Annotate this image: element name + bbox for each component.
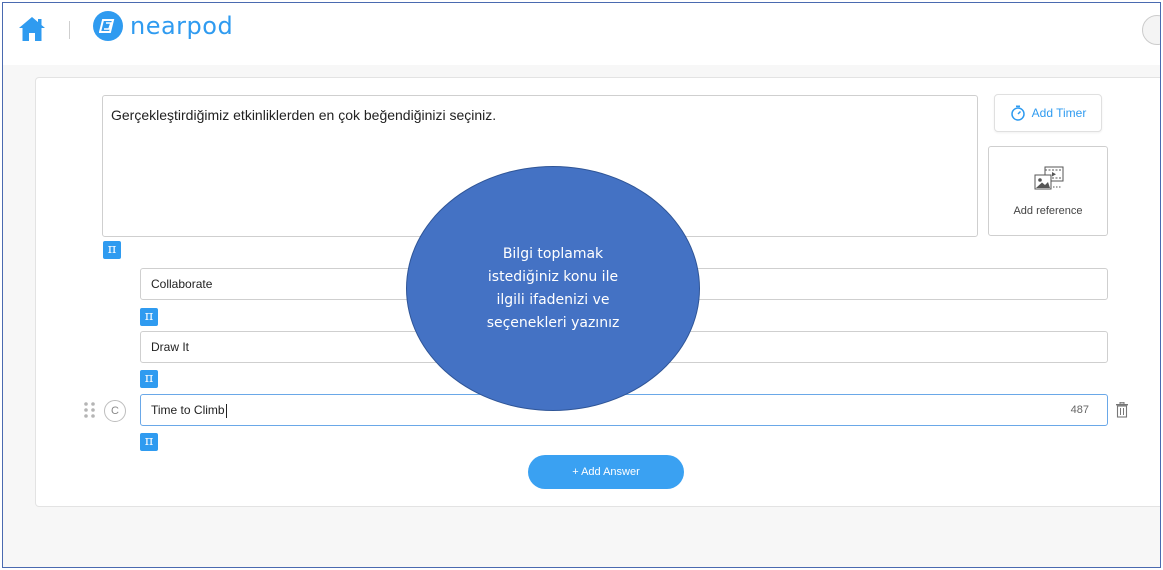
home-icon[interactable]	[17, 15, 47, 43]
top-bar: nearpod	[3, 3, 1160, 66]
add-answer-button[interactable]: + Add Answer	[528, 455, 684, 489]
answer-text: Draw It	[151, 340, 190, 354]
trash-icon[interactable]	[1115, 401, 1129, 418]
nearpod-logo[interactable]: nearpod	[93, 11, 233, 41]
math-equation-button[interactable]: π	[140, 433, 158, 451]
math-equation-button[interactable]: π	[140, 308, 158, 326]
math-equation-button[interactable]: π	[103, 241, 121, 259]
header-divider	[69, 21, 70, 39]
instruction-callout: Bilgi toplamak istediğiniz konu ile ilgi…	[406, 166, 700, 411]
media-icon	[1034, 166, 1064, 190]
callout-line: seçenekleri yazınız	[486, 314, 620, 331]
answer-input-active[interactable]: Time to Climb 487	[140, 394, 1108, 426]
logo-text: nearpod	[130, 12, 234, 40]
callout-line: Bilgi toplamak	[502, 245, 604, 262]
add-timer-label: Add Timer	[1031, 106, 1087, 120]
callout-line: ilgili ifadenizi ve	[496, 291, 610, 308]
stopwatch-icon	[1010, 105, 1025, 121]
nearpod-logo-icon	[93, 11, 123, 41]
character-count: 487	[1070, 404, 1089, 416]
add-reference-button[interactable]: Add reference	[988, 146, 1108, 236]
answer-text: Time to Climb	[151, 403, 225, 417]
app-window: nearpod Gerçekleştirdiğimiz etkinliklerd…	[2, 2, 1161, 568]
drag-handle-icon[interactable]	[83, 401, 97, 419]
callout-line: istediğiniz konu ile	[487, 268, 619, 285]
answer-letter-badge: C	[104, 400, 126, 422]
callout-text: Bilgi toplamak istediğiniz konu ile ilgi…	[453, 243, 653, 335]
text-caret	[225, 403, 227, 418]
math-equation-button[interactable]: π	[140, 370, 158, 388]
add-timer-button[interactable]: Add Timer	[994, 94, 1102, 132]
add-reference-label: Add reference	[1013, 205, 1083, 217]
avatar[interactable]	[1142, 15, 1160, 45]
answer-text: Collaborate	[151, 277, 213, 291]
